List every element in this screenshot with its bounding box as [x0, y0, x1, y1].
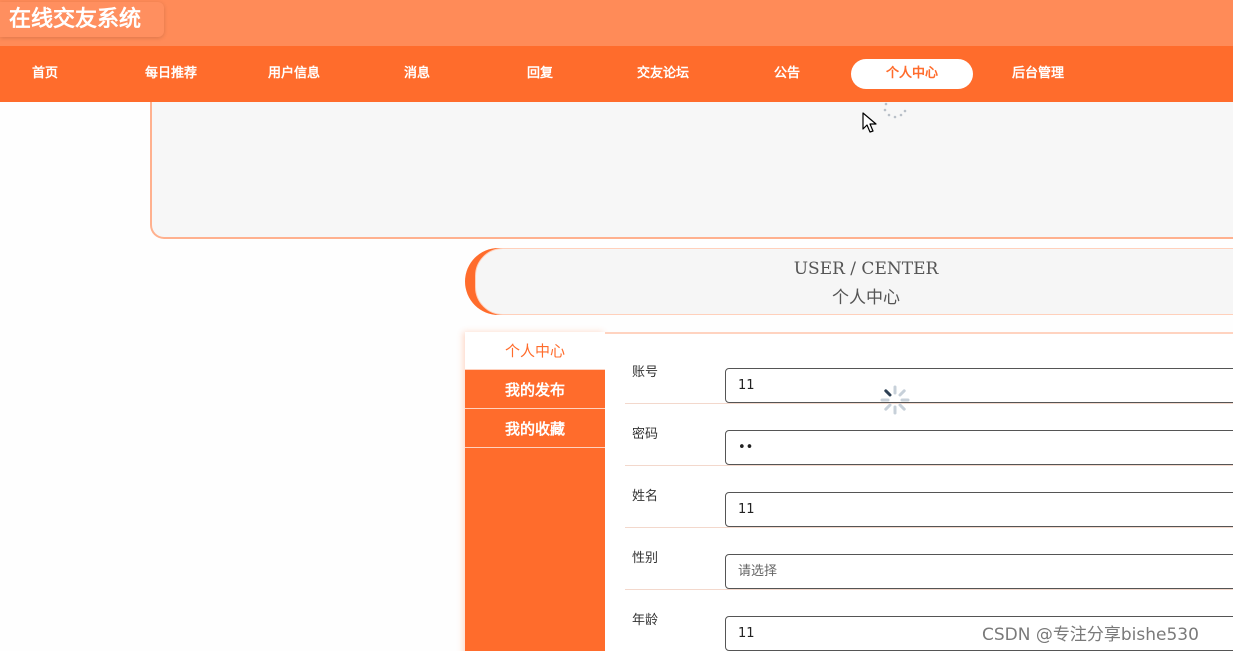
top-bar: 在线交友系统	[0, 0, 1233, 46]
section-title-cn: 个人中心	[832, 288, 900, 308]
loading-dots-icon	[883, 102, 907, 119]
user-center-side-menu: 个人中心 我的发布 我的收藏	[465, 332, 605, 651]
nav-item-announcements[interactable]: 公告	[726, 59, 848, 89]
csdn-watermark: CSDN @专注分享bishe530	[982, 625, 1199, 645]
name-label: 姓名	[632, 489, 659, 504]
form-row-name: 姓名	[625, 466, 1233, 528]
section-header: USER / CENTER 个人中心	[475, 248, 1233, 315]
side-item-my-posts[interactable]: 我的发布	[465, 371, 605, 409]
section-title-en: USER / CENTER	[793, 259, 939, 279]
site-title[interactable]: 在线交友系统	[0, 2, 164, 37]
name-input[interactable]	[725, 492, 1233, 527]
form-row-password: 密码 ••	[625, 404, 1233, 466]
nav-item-user-info[interactable]: 用户信息	[233, 59, 355, 89]
nav-item-messages[interactable]: 消息	[356, 59, 478, 89]
banner-panel	[150, 102, 1233, 239]
nav-item-replies[interactable]: 回复	[479, 59, 601, 89]
nav-item-home[interactable]: 首页	[0, 59, 106, 89]
age-label: 年龄	[632, 613, 659, 628]
mouse-cursor-icon	[862, 112, 877, 133]
account-label: 账号	[632, 365, 659, 380]
password-label: 密码	[632, 427, 659, 442]
account-input[interactable]	[725, 368, 1233, 403]
gender-label: 性别	[632, 551, 659, 566]
nav-item-forum[interactable]: 交友论坛	[602, 59, 724, 89]
nav-item-user-center[interactable]: 个人中心	[851, 59, 973, 89]
gender-select[interactable]	[725, 554, 1233, 589]
password-input[interactable]: ••	[725, 430, 1233, 465]
nav-item-daily-recommend[interactable]: 每日推荐	[110, 59, 232, 89]
main-navbar: 首页 每日推荐 用户信息 消息 回复 交友论坛 公告 个人中心 后台管理	[0, 46, 1233, 102]
form-row-gender: 性别	[625, 528, 1233, 590]
loading-spinner-icon	[880, 385, 910, 415]
nav-item-admin[interactable]: 后台管理	[977, 59, 1099, 89]
side-item-my-favorites[interactable]: 我的收藏	[465, 410, 605, 448]
side-item-user-center[interactable]: 个人中心	[465, 332, 605, 370]
form-row-account: 账号	[625, 342, 1233, 404]
